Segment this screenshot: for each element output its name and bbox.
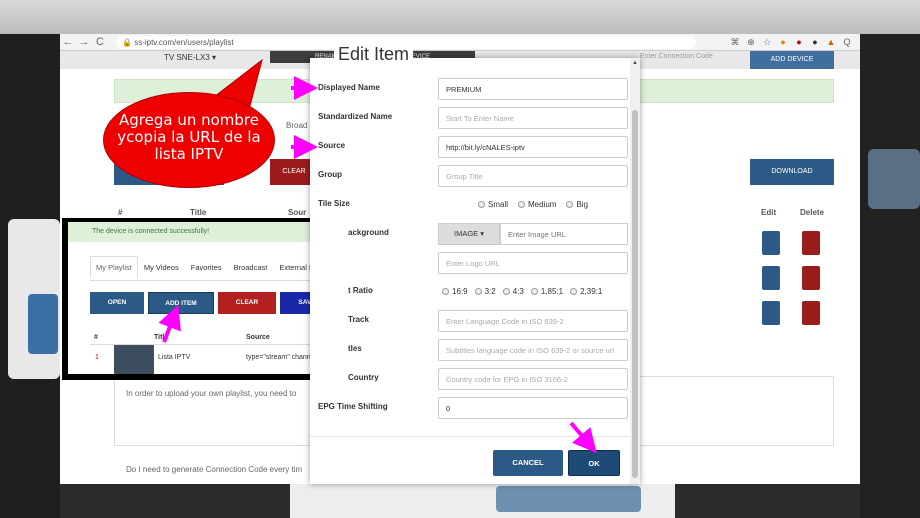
ratio-4-3[interactable]: 4:3 xyxy=(502,287,524,296)
tile-size-row: Tile Size Small Medium Big xyxy=(318,194,623,218)
audio-track-row: Track xyxy=(318,310,628,334)
logo-url-input[interactable] xyxy=(438,252,628,274)
audio-track-label: Track xyxy=(348,315,369,324)
country-label: Country xyxy=(348,373,379,382)
ratio-2-39[interactable]: 2,39:1 xyxy=(570,287,602,296)
epg-shift-row: EPG Time Shifting xyxy=(318,397,628,421)
epg-shift-label: EPG Time Shifting xyxy=(318,402,388,411)
background-label: ackground xyxy=(348,228,389,237)
country-input[interactable] xyxy=(438,368,628,390)
background-url-input[interactable] xyxy=(500,223,628,245)
standardized-name-row: Standardized Name xyxy=(318,107,628,131)
ratio-3-2[interactable]: 3:2 xyxy=(474,287,496,296)
tile-size-label: Tile Size xyxy=(318,199,350,208)
tile-size-medium[interactable]: Medium xyxy=(518,200,556,209)
logo-row xyxy=(318,252,628,276)
source-label: Source xyxy=(318,141,346,150)
cancel-button[interactable]: CANCEL xyxy=(493,450,563,476)
ratio-16-9[interactable]: 16:9 xyxy=(442,287,468,296)
modal-footer-divider xyxy=(310,436,630,437)
displayed-name-row: Displayed Name xyxy=(318,78,628,102)
image-type-dropdown[interactable]: IMAGE ▾ xyxy=(438,223,500,245)
audio-track-input[interactable] xyxy=(438,310,628,332)
epg-shift-input[interactable] xyxy=(438,397,628,419)
displayed-name-input[interactable] xyxy=(438,78,628,100)
standardized-name-label: Standardized Name xyxy=(318,112,393,121)
scroll-up-icon[interactable]: ▲ xyxy=(632,60,638,66)
aspect-ratio-label: t Ratio xyxy=(348,286,373,295)
source-input[interactable] xyxy=(438,136,628,158)
standardized-name-input[interactable] xyxy=(438,107,628,129)
country-row: Country xyxy=(318,368,628,392)
ok-button[interactable]: OK xyxy=(568,450,620,476)
tile-size-big[interactable]: Big xyxy=(566,200,588,209)
scrollbar-thumb[interactable] xyxy=(632,110,638,478)
group-input[interactable] xyxy=(438,165,628,187)
subtitles-row: tles xyxy=(318,339,628,363)
modal-scrollbar[interactable]: ▲ xyxy=(630,58,640,484)
displayed-name-label: Displayed Name xyxy=(318,83,380,92)
tile-size-options: Small Medium Big xyxy=(478,200,588,209)
tile-size-small[interactable]: Small xyxy=(478,200,508,209)
modal-title: Edit Item xyxy=(334,44,414,65)
edit-item-modal: Edit Item Displayed Name Standardized Na… xyxy=(310,44,640,484)
aspect-ratio-options: 16:9 3:2 4:3 1,85:1 2,39:1 xyxy=(442,287,602,296)
callout-text: Agrega un nombre ycopia la URL de la lis… xyxy=(117,111,261,163)
source-row: Source xyxy=(318,136,628,160)
aspect-ratio-row: t Ratio 16:9 3:2 4:3 1,85:1 2,39:1 xyxy=(318,281,623,305)
subtitles-label: tles xyxy=(348,344,362,353)
group-row: Group xyxy=(318,165,628,189)
subtitles-input[interactable] xyxy=(438,339,628,361)
group-label: Group xyxy=(318,170,342,179)
ratio-1-85[interactable]: 1,85:1 xyxy=(530,287,563,296)
background-row: ackground IMAGE ▾ xyxy=(318,223,628,247)
